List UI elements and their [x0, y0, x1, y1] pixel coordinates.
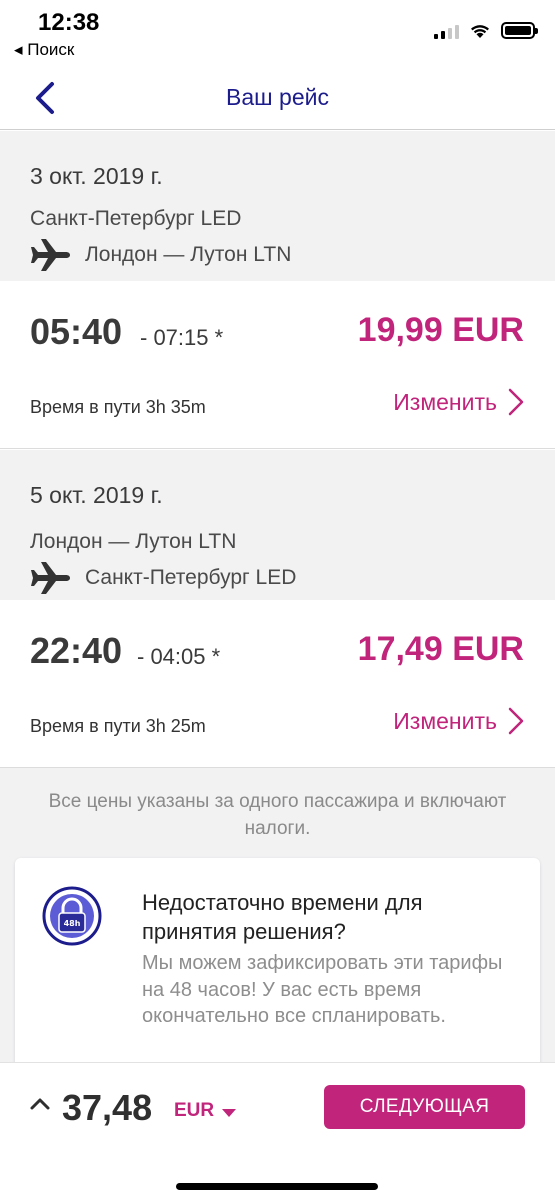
change-label: Изменить [393, 388, 497, 415]
hold-offer-title: Недостаточно времени для принятия решени… [142, 890, 423, 944]
bottom-bar: 37,48 EUR СЛЕДУЮЩАЯ [0, 1062, 555, 1200]
next-button[interactable]: СЛЕДУЮЩАЯ [324, 1085, 525, 1129]
change-flight-button[interactable]: Изменить [393, 387, 525, 417]
flight-date: 3 окт. 2019 г. [30, 163, 163, 189]
change-label: Изменить [393, 707, 497, 734]
battery-icon [501, 22, 538, 39]
flight-card-outbound[interactable]: 05:40 - 07:15 * 19,99 EUR Время в пути 3… [0, 281, 555, 449]
nav-bar: Ваш рейс [0, 64, 555, 130]
fare-hold-card[interactable]: 48h Недостаточно времени для принятия ре… [15, 858, 540, 1078]
plane-icon [31, 239, 70, 271]
lock-48h-icon: 48h [42, 886, 102, 946]
back-to-app-link[interactable]: ◂ Поиск [14, 40, 74, 60]
flight-price: 17,49 EUR [357, 630, 524, 668]
chevron-right-icon [508, 388, 524, 416]
arrival-time: - 07:15 * [140, 325, 224, 350]
route-origin: Санкт-Петербург LED [30, 207, 242, 230]
departure-time: 05:40 [30, 311, 123, 352]
hold-offer-description: Мы можем зафиксировать эти тарифы на 48 … [142, 952, 503, 1027]
flight-header-return: 5 окт. 2019 г. Лондон — Лутон LTN Санкт-… [0, 450, 555, 600]
flight-duration: Время в пути 3h 35m [30, 397, 206, 417]
flight-date: 5 окт. 2019 г. [30, 482, 163, 508]
total-price[interactable]: 37,48 [62, 1087, 152, 1129]
caret-up-icon[interactable] [29, 1097, 51, 1111]
status-icons [434, 22, 538, 39]
flight-card-return[interactable]: 22:40 - 04:05 * 17,49 EUR Время в пути 3… [0, 600, 555, 768]
info-area: Все цены указаны за одного пассажира и в… [0, 768, 555, 1078]
flight-price: 19,99 EUR [357, 311, 524, 349]
route-origin: Лондон — Лутон LTN [30, 530, 237, 553]
arrival-time: - 04:05 * [137, 644, 221, 669]
currency-selector[interactable]: EUR [174, 1100, 214, 1122]
status-time: 12:38 [38, 9, 100, 36]
price-note: Все цены указаны за одного пассажира и в… [48, 791, 507, 839]
status-bar: 12:38 ◂ Поиск [0, 0, 555, 64]
page-title: Ваш рейс [226, 84, 329, 110]
chevron-right-icon [508, 707, 524, 735]
home-indicator [176, 1183, 378, 1190]
wifi-icon [471, 24, 489, 38]
change-flight-button[interactable]: Изменить [393, 706, 525, 736]
departure-time: 22:40 [30, 630, 123, 671]
signal-icon [434, 23, 459, 39]
route-destination: Санкт-Петербург LED [85, 566, 297, 589]
route-destination: Лондон — Лутон LTN [85, 243, 292, 266]
lock-badge-label: 48h [64, 919, 81, 928]
flight-header-outbound: 3 окт. 2019 г. Санкт-Петербург LED Лондо… [0, 131, 555, 281]
plane-icon [31, 562, 70, 594]
flight-duration: Время в пути 3h 25m [30, 716, 206, 736]
caret-down-icon[interactable] [222, 1109, 236, 1117]
